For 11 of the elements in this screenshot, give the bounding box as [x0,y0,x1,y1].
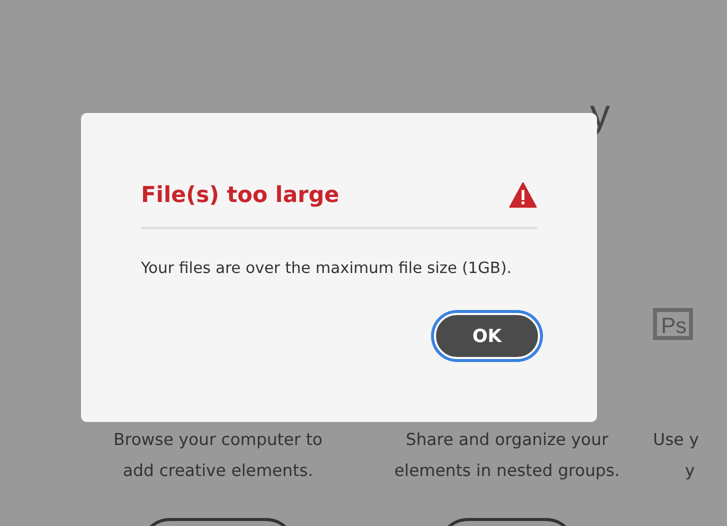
app-logo-icon: Ps [653,308,693,340]
description-text: Browse your computer to [113,429,323,451]
ok-button[interactable]: OK [434,313,540,359]
description-text: elements in nested groups. [394,460,620,482]
dialog-title: File(s) too large [141,182,340,208]
description-text: Use y [653,429,699,451]
description-text: y [684,460,695,482]
dialog-message: Your files are over the maximum file size (1GB). [141,259,513,277]
description-text: add creative elements. [122,460,314,482]
description-text: Share and organize your [406,429,608,451]
warning-icon [509,182,537,208]
